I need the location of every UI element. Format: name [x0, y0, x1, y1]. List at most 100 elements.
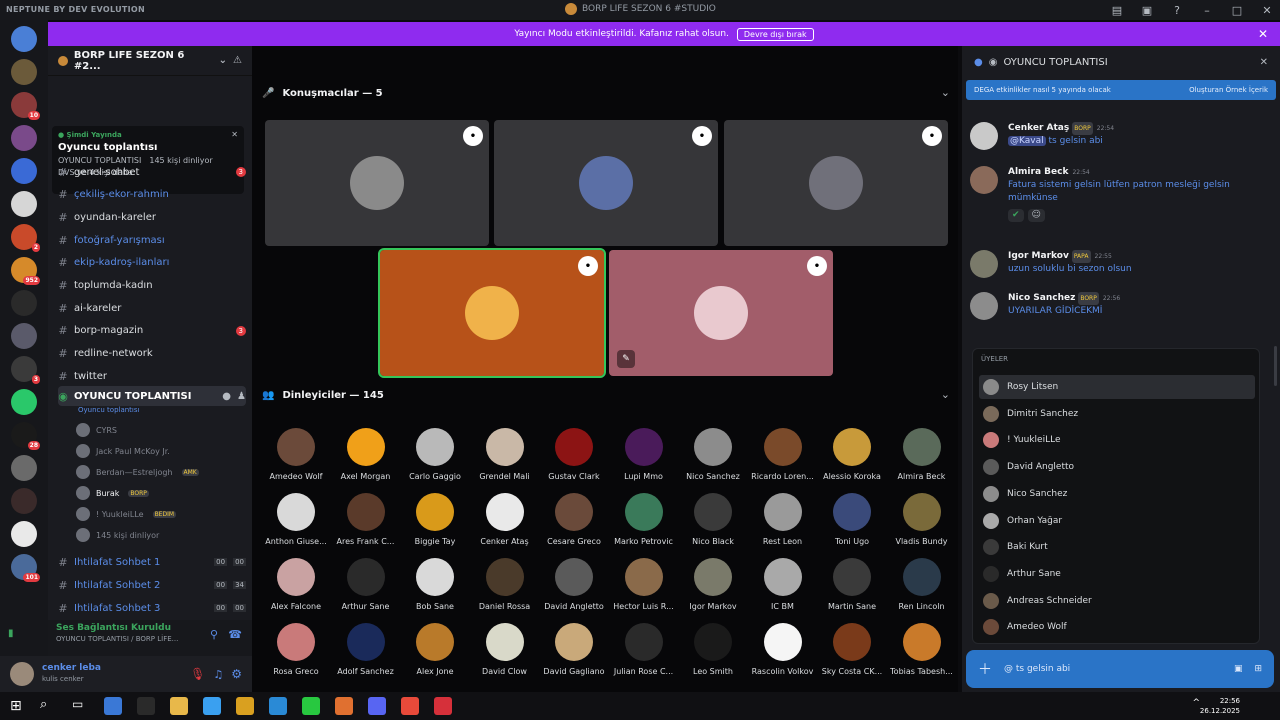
listener-item[interactable]: David Angletto	[539, 558, 609, 622]
author-name[interactable]: Cenker Ataş	[1008, 123, 1069, 133]
search-icon[interactable]: ⌕	[40, 697, 47, 712]
speaker-tile[interactable]: •	[265, 120, 489, 246]
voice-user[interactable]: Berdan—Estreljogh AMK	[76, 462, 246, 482]
mute-icon[interactable]: 🎙	[190, 667, 205, 681]
channel-item[interactable]: # twitter	[58, 366, 246, 386]
server-icon[interactable]: 28	[11, 422, 40, 450]
server-icon[interactable]	[11, 125, 37, 151]
taskbar-app-icon[interactable]	[236, 697, 254, 715]
listener-item[interactable]: Nico Sanchez	[678, 428, 748, 492]
member-suggestion[interactable]: Andreas Schneider	[979, 589, 1255, 613]
listener-item[interactable]: Alex Falcone	[261, 558, 331, 622]
server-icon[interactable]	[11, 521, 37, 547]
listener-item[interactable]: Nico Black	[678, 493, 748, 557]
add-user-icon[interactable]: ♟	[237, 391, 246, 402]
channel-item[interactable]: # çekiliş-ekor-rahmin	[58, 185, 246, 205]
voice-channel-item[interactable]: # Ihtilafat Sohbet 2 00 34	[58, 575, 246, 595]
screen-icon[interactable]: ▣	[1140, 3, 1154, 17]
listener-item[interactable]: Adolf Sanchez	[331, 623, 401, 687]
member-suggestion[interactable]: David Angletto	[979, 455, 1255, 479]
channel-item[interactable]: # ekip-kadroş-ilanları	[58, 253, 246, 273]
close-icon[interactable]: ✕	[1260, 57, 1268, 68]
member-suggestion[interactable]: Baki Kurt	[979, 535, 1255, 559]
listener-item[interactable]: Igor Markov	[678, 558, 748, 622]
author-name[interactable]: Igor Markov	[1008, 251, 1069, 261]
close-icon[interactable]: ✕	[1258, 27, 1268, 41]
listener-item[interactable]: Marko Petrovic	[609, 493, 679, 557]
event-icon[interactable]: ⚠	[233, 55, 242, 66]
listener-item[interactable]: Ares Frank C...	[331, 493, 401, 557]
voice-user[interactable]: Jack Paul McKoy Jr.	[76, 441, 246, 461]
chat-message[interactable]: Cenker Ataş BORP 22:54 @Kaval ts gelsin abi	[970, 122, 1270, 150]
inbox-icon[interactable]: ▤	[1110, 3, 1124, 17]
taskbar-app-icon[interactable]	[170, 697, 188, 715]
voice-channel-oyuncu[interactable]: ◉ OYUNCU TOPLANTISI ● ♟	[58, 386, 246, 406]
more-options-icon[interactable]: •	[692, 126, 712, 146]
listener-item[interactable]: Almira Beck	[887, 428, 957, 492]
taskbar-app-icon[interactable]	[335, 697, 353, 715]
listener-item[interactable]: Biggie Tay	[400, 493, 470, 557]
minimize-button[interactable]: –	[1200, 3, 1214, 17]
listener-item[interactable]: Martin Sane	[817, 558, 887, 622]
taskbar-app-icon[interactable]	[137, 697, 155, 715]
taskbar-app-icon[interactable]	[302, 697, 320, 715]
close-button[interactable]: ✕	[1260, 3, 1274, 17]
server-icon[interactable]	[11, 191, 37, 217]
member-suggestion[interactable]: ! YuukleiLLe	[979, 428, 1255, 452]
listener-item[interactable]: Hector Luis R...	[609, 558, 679, 622]
member-suggestion[interactable]: Arthur Sane	[979, 562, 1255, 586]
chat-bubble-icon[interactable]: ●	[222, 391, 231, 402]
channel-item[interactable]: # ai-kareler	[58, 298, 246, 318]
listener-item[interactable]: Julian Rose C...	[609, 623, 679, 687]
listener-item[interactable]: Ren Lincoln	[887, 558, 957, 622]
speaker-tile[interactable]: •	[378, 248, 606, 378]
listener-item[interactable]: Carlo Gaggio	[400, 428, 470, 492]
listener-item[interactable]: Daniel Rossa	[470, 558, 540, 622]
task-view-icon[interactable]: ▭	[72, 697, 83, 711]
listener-item[interactable]: Leo Smith	[678, 623, 748, 687]
headphones-icon[interactable]: ♫	[213, 668, 223, 681]
channel-item[interactable]: # borp-magazin 3	[58, 321, 246, 341]
listener-item[interactable]: Anthon Giuse...	[261, 493, 331, 557]
scrollbar[interactable]	[1274, 346, 1277, 386]
server-icon[interactable]: 3	[11, 356, 40, 384]
taskbar-app-icon[interactable]	[104, 697, 122, 715]
avatar[interactable]	[970, 292, 998, 320]
voice-user[interactable]: Burak BORP	[76, 483, 246, 503]
server-icon[interactable]: 101	[11, 554, 40, 582]
listener-item[interactable]: Arthur Sane	[331, 558, 401, 622]
listener-item[interactable]: Cenker Ataş	[470, 493, 540, 557]
listener-item[interactable]: Rest Leon	[748, 493, 818, 557]
listener-item[interactable]: IC BM	[748, 558, 818, 622]
listener-item[interactable]: Lupi Mmo	[609, 428, 679, 492]
author-name[interactable]: Nico Sanchez	[1008, 293, 1075, 303]
author-name[interactable]: Almira Beck	[1008, 167, 1068, 177]
channel-item[interactable]: # toplumda-kadın	[58, 276, 246, 296]
taskbar-clock[interactable]: 22:56 26.12.2025	[1200, 696, 1240, 716]
avatar[interactable]	[970, 250, 998, 278]
channel-item[interactable]: # redline-network	[58, 344, 246, 364]
listener-item[interactable]: David Gagliano	[539, 623, 609, 687]
voice-channel-item[interactable]: # Ihtilafat Sohbet 1 00 00	[58, 552, 246, 572]
taskbar-app-icon[interactable]	[401, 697, 419, 715]
chat-message[interactable]: Igor Markov PAPA 22:55 uzun soluklu bi sezo…	[970, 250, 1270, 278]
message-input-value[interactable]: @ ts gelsin abi	[1004, 664, 1070, 674]
channel-item[interactable]: # genel-sohbet 3	[58, 162, 246, 182]
listener-item[interactable]: Sky Costa CK...	[817, 623, 887, 687]
chat-message[interactable]: Almira Beck 22:54 Fatura sistemi gelsin lü…	[970, 166, 1270, 222]
taskbar-app-icon[interactable]	[203, 697, 221, 715]
member-suggestion[interactable]: Orhan Yağar	[979, 509, 1255, 533]
speaker-tile[interactable]: •	[724, 120, 948, 246]
voice-user[interactable]: ! YuukleiLLe BEDIM	[76, 504, 246, 524]
add-reaction-icon[interactable]: ☺	[1027, 209, 1045, 222]
listener-item[interactable]: Toni Ugo	[817, 493, 887, 557]
listener-item[interactable]: Tobias Tabesh...	[887, 623, 957, 687]
avatar[interactable]	[970, 122, 998, 150]
listener-item[interactable]: Rosa Greco	[261, 623, 331, 687]
windows-start-icon[interactable]: ⊞	[10, 698, 22, 714]
notice-action[interactable]: Oluşturan Örnek İçerik	[1189, 86, 1268, 94]
listener-item[interactable]: David Clow	[470, 623, 540, 687]
gear-icon[interactable]: ⚙	[231, 667, 242, 681]
close-icon[interactable]: ✕	[231, 130, 238, 139]
listener-item[interactable]: Grendel Mali	[470, 428, 540, 492]
